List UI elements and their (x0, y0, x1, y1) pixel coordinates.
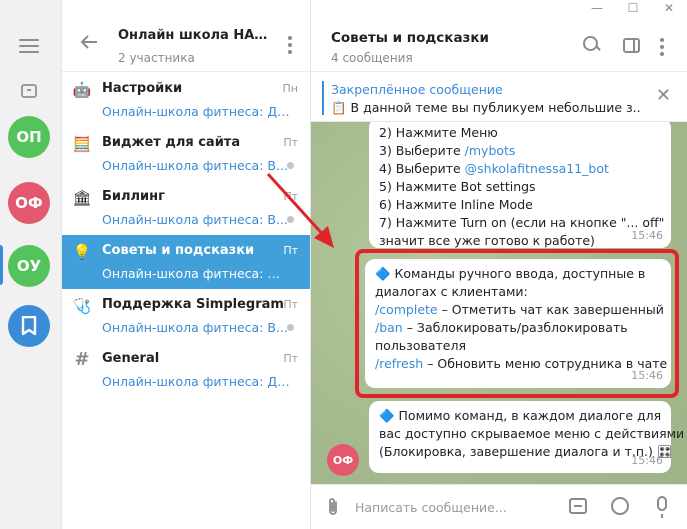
sender-avatar[interactable]: ОФ (327, 444, 359, 476)
message-text: 3) Выберите (379, 143, 465, 158)
topic-name: Поддержка Simplegram (102, 297, 284, 312)
topic-item-support[interactable]: 🩺 Поддержка Simplegram Пт Онлайн-школа ф… (62, 289, 310, 343)
minimize-icon[interactable]: — (579, 0, 615, 16)
topic-name: Настройки (102, 81, 183, 96)
group-header: Онлайн школа НАСТ... 2 участника (62, 0, 310, 72)
chat-more-icon[interactable] (660, 38, 664, 59)
rail-active-indicator (0, 245, 3, 285)
topic-preview: Онлайн-школа фитнеса: Добр... (102, 104, 294, 119)
robot-icon: 🤖 (72, 81, 92, 99)
pinned-title: Закреплённое сообщение (331, 82, 503, 97)
more-options-icon[interactable] (288, 36, 292, 57)
command-link[interactable]: /mybots (465, 143, 516, 158)
topic-name: General (102, 351, 160, 366)
chat-area: Советы и подсказки 4 сообщения Закреплён… (311, 0, 687, 529)
rail-avatar-initials: ОП (16, 128, 42, 146)
message-time: 15:46 (631, 454, 663, 467)
pinned-text: 📋 В данной теме вы публикуем небольшие з… (331, 100, 641, 115)
annotation-arrow-icon (266, 172, 334, 248)
message-line: 3) Выберите /mybots (379, 142, 661, 160)
message-line: 🔷 Помимо команд, в каждом диалоге для (379, 408, 662, 423)
message-line: 4) Выберите @shkolafitnessa11_bot (379, 160, 661, 178)
window-controls: — ☐ ✕ (557, 0, 687, 16)
topic-list: Онлайн школа НАСТ... 2 участника 🤖 Настр… (62, 0, 311, 529)
abacus-icon: 🧮 (72, 135, 92, 153)
message-line: (Блокировка, завершение диалога и т.п.) … (379, 444, 673, 459)
pinned-message-bar[interactable]: Закреплённое сообщение 📋 В данной теме в… (311, 72, 687, 122)
group-title[interactable]: Онлайн школа НАСТ... (118, 28, 270, 43)
maximize-icon[interactable]: ☐ (615, 0, 651, 16)
folder-rail: ОП ОФ ОУ (0, 0, 62, 529)
message-time: 15:46 (631, 229, 663, 242)
message-line: 7) Нажмите Turn on (если на кнопке "... … (379, 215, 665, 230)
bank-icon: 🏛 (72, 189, 92, 207)
emoji-icon[interactable] (611, 497, 629, 515)
message-line: вас доступно скрываемое меню с действиям… (379, 426, 685, 441)
bot-mention-link[interactable]: @shkolafitnessa11_bot (465, 161, 609, 176)
topic-preview: Онлайн-школа фитнеса: В... (102, 320, 288, 335)
lightbulb-icon: 💡 (72, 243, 92, 261)
bookmark-icon (21, 316, 37, 336)
chat-subtitle: 4 сообщения (331, 51, 413, 65)
highlight-frame (355, 249, 679, 398)
message-list[interactable]: 2) Нажмите Меню 3) Выберите /mybots 4) В… (311, 122, 687, 484)
rail-avatar-ou[interactable]: ОУ (8, 245, 50, 287)
topic-item-settings[interactable]: 🤖 Настройки Пн Онлайн-школа фитнеса: Доб… (62, 73, 310, 127)
attach-icon[interactable] (325, 497, 341, 522)
message-text: 4) Выберите (379, 161, 465, 176)
menu-icon[interactable] (19, 39, 39, 53)
rail-avatar-op[interactable]: ОП (8, 116, 50, 158)
search-icon[interactable] (583, 36, 601, 54)
topic-item-general[interactable]: # General Пт Онлайн-школа фитнеса: Для д… (62, 343, 310, 397)
message-bubble[interactable]: 🔷 Помимо команд, в каждом диалоге для ва… (369, 401, 685, 473)
pinned-accent-bar (322, 81, 324, 115)
message-composer (311, 484, 687, 529)
stethoscope-icon: 🩺 (72, 297, 92, 315)
message-line: 5) Нажмите Bot settings (379, 179, 536, 194)
message-line: 6) Нажмите Inline Mode (379, 197, 533, 212)
archive-icon[interactable] (21, 84, 37, 98)
topic-preview: Онлайн-школа фитнеса: Для д... (102, 374, 294, 389)
rail-avatar-initials: ОУ (16, 257, 42, 275)
topic-name: Биллинг (102, 189, 165, 204)
side-panel-icon[interactable] (623, 38, 640, 53)
rail-avatar-initials: ОФ (15, 194, 43, 212)
topic-time: Пт (283, 136, 298, 149)
message-input[interactable] (355, 497, 555, 517)
topic-name: Виджет для сайта (102, 135, 241, 150)
back-arrow-icon[interactable] (80, 34, 98, 52)
message-bubble[interactable]: 2) Нажмите Меню 3) Выберите /mybots 4) В… (369, 122, 671, 248)
topic-name: Советы и подсказки (102, 243, 255, 258)
message-line: значит все уже готово к работе) (379, 233, 595, 248)
rail-avatar-of[interactable]: ОФ (8, 182, 50, 224)
chat-title[interactable]: Советы и подсказки (331, 30, 489, 46)
close-icon[interactable]: ✕ (656, 87, 671, 105)
microphone-icon[interactable] (657, 496, 667, 518)
close-window-icon[interactable]: ✕ (651, 0, 687, 16)
hash-icon: # (74, 349, 90, 370)
topic-time: Пн (282, 82, 298, 95)
unread-dot (287, 324, 294, 331)
message-line: 2) Нажмите Меню (379, 125, 498, 140)
group-subtitle: 2 участника (118, 51, 195, 65)
rail-saved-messages[interactable] (8, 305, 50, 347)
topic-time: Пт (283, 352, 298, 365)
topic-time: Пт (283, 298, 298, 311)
topic-preview: Онлайн-школа фитнеса: 🔷 П... (102, 266, 294, 281)
bot-commands-icon[interactable] (569, 498, 587, 514)
